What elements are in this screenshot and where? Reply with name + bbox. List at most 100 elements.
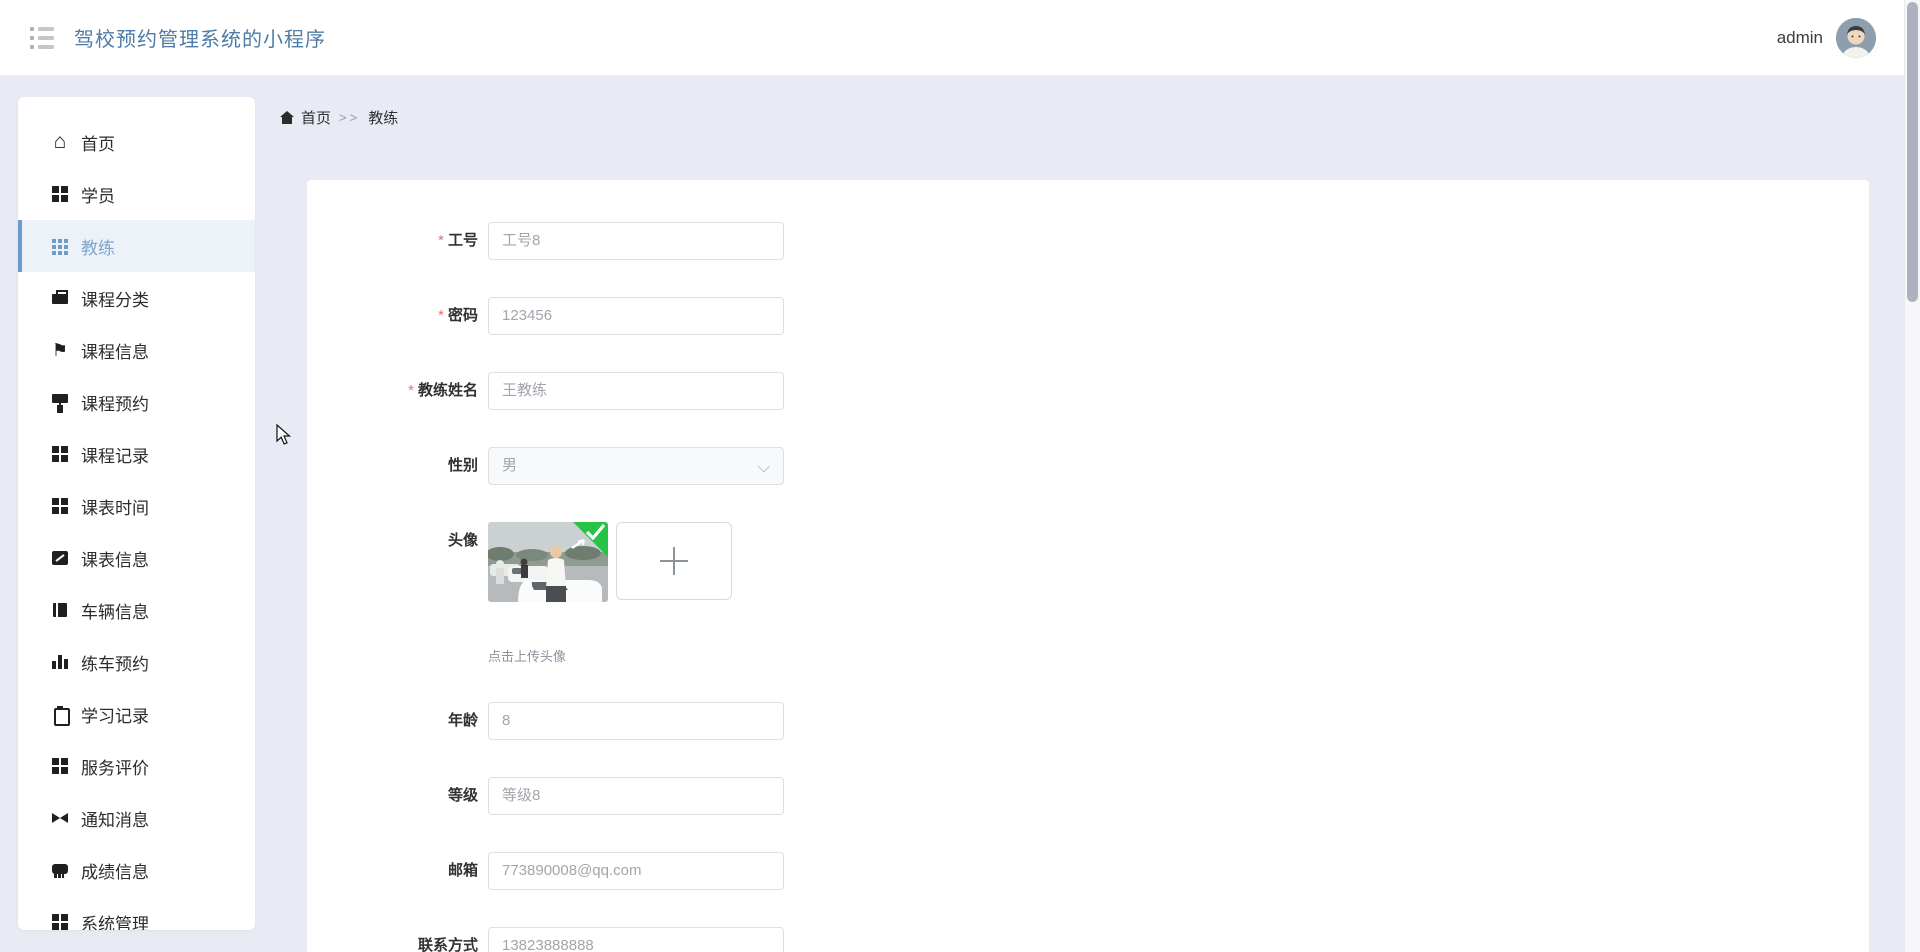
sidebar-item-students[interactable]: 学员 — [18, 168, 255, 220]
sidebar-item-study-records[interactable]: 学习记录 — [18, 688, 255, 740]
sidebar-item-label: 学员 — [81, 186, 115, 206]
sidebar-item-course-records[interactable]: 课程记录 — [18, 428, 255, 480]
clipboard-icon — [51, 705, 70, 726]
field-label: *联系方式 — [417, 937, 478, 952]
field-label: * 工号 — [438, 232, 478, 249]
grid4-icon — [51, 445, 69, 463]
sidebar-item-vehicle-info[interactable]: 车辆信息 — [18, 584, 255, 636]
sidebar-item-system-admin[interactable]: 系统管理 — [18, 896, 255, 930]
plus-icon — [660, 547, 688, 575]
avatar-image — [1836, 17, 1876, 58]
mouse-cursor — [276, 424, 292, 445]
home-icon — [51, 133, 69, 151]
upload-avatar-button[interactable] — [616, 522, 732, 600]
grid4-icon — [51, 757, 69, 775]
field-label: *邮箱 — [447, 862, 478, 879]
sidebar-item-label: 课表信息 — [81, 550, 149, 570]
field-label: *等级 — [447, 787, 478, 804]
gender-select[interactable]: 男 — [488, 447, 784, 485]
sidebar-item-notifications[interactable]: 通知消息 — [18, 792, 255, 844]
form-row-email: *邮箱 773890008@qq.com — [307, 852, 1869, 890]
home-icon — [280, 110, 294, 124]
form-row-coach-name: * 教练姓名 王教练 — [307, 372, 1869, 410]
field-label: *性别 — [447, 457, 478, 474]
password-input[interactable]: 123456 — [488, 297, 784, 335]
sidebar-item-label: 通知消息 — [81, 810, 149, 830]
sidebar-item-label: 课程信息 — [81, 342, 149, 362]
email-input[interactable]: 773890008@qq.com — [488, 852, 784, 890]
breadcrumb-home[interactable]: 首页 — [301, 107, 331, 128]
field-label: *年龄 — [447, 712, 478, 729]
sidebar-item-label: 服务评价 — [81, 758, 149, 778]
username-label: admin — [1776, 27, 1823, 47]
form-row-avatar: *头像 — [307, 522, 1869, 665]
top-header: 驾校预约管理系统的小程序 admin — [0, 0, 1920, 75]
level-input[interactable]: 等级8 — [488, 777, 784, 815]
sidebar-item-timetable-time[interactable]: 课表时间 — [18, 480, 255, 532]
sidebar-item-label: 车辆信息 — [81, 602, 149, 622]
sidebar-item-practice-booking[interactable]: 练车预约 — [18, 636, 255, 688]
sidebar-item-label: 课程记录 — [81, 446, 149, 466]
chart-line-icon — [51, 549, 69, 567]
age-input[interactable]: 8 — [488, 702, 784, 740]
form-row-gender: *性别 男 — [307, 447, 1869, 485]
required-asterisk: * — [438, 307, 444, 324]
flag-icon — [51, 341, 69, 359]
content-card: *工号 工号8 *密码 123456 *教练姓名 王教练 *性别 男 *头像 — [307, 180, 1869, 952]
field-label: * 教练姓名 — [408, 382, 478, 399]
sidebar-item-label: 课程分类 — [81, 290, 149, 310]
form-row-password: * 密码 123456 — [307, 297, 1869, 335]
form-row-phone: *联系方式 13823888888 — [307, 927, 1869, 952]
app-title: 驾校预约管理系统的小程序 — [74, 29, 326, 51]
sidebar-item-timetable-info[interactable]: 课表信息 — [18, 532, 255, 584]
scrollbar-thumb[interactable] — [1907, 2, 1918, 302]
sidebar-item-label: 系统管理 — [81, 914, 149, 931]
megaphone-icon — [51, 809, 69, 827]
breadcrumb-current: 教练 — [368, 109, 399, 127]
menu-toggle-icon[interactable] — [30, 27, 56, 49]
sidebar-item-course-info[interactable]: 课程信息 — [18, 324, 255, 376]
grid4-icon — [51, 913, 69, 930]
grid4-icon — [51, 185, 69, 203]
sidebar-item-course-booking[interactable]: 课程预约 — [18, 376, 255, 428]
bar-chart-icon — [51, 653, 69, 671]
form-row-age: *年龄 8 — [307, 702, 1869, 740]
sidebar-nav: 首页 学员 教练 课程分类 课程信息 课程预约 课程记录 课表时间 课表信息 车… — [18, 97, 255, 930]
coach-photo — [488, 522, 608, 602]
sidebar-item-home[interactable]: 首页 — [18, 116, 255, 168]
field-label: *头像 — [447, 532, 478, 549]
sidebar-item-label: 学习记录 — [81, 706, 149, 726]
monitor-icon — [51, 393, 69, 411]
chevron-down-icon — [757, 460, 770, 473]
coach-name-input[interactable]: 王教练 — [488, 372, 784, 410]
sidebar-item-label: 课表时间 — [81, 498, 149, 518]
avatar-photo-thumbnail[interactable] — [488, 522, 608, 602]
sidebar: 首页 学员 教练 课程分类 课程信息 课程预约 课程记录 课表时间 课表信息 车… — [18, 97, 255, 930]
sidebar-item-label: 首页 — [81, 134, 115, 154]
grid4-icon — [51, 497, 69, 515]
sidebar-item-label: 练车预约 — [81, 654, 149, 674]
briefcase-icon — [51, 289, 69, 307]
sidebar-item-course-category[interactable]: 课程分类 — [18, 272, 255, 324]
form-row-job-number: * 工号 工号8 — [307, 222, 1869, 260]
page-scrollbar[interactable] — [1904, 0, 1920, 952]
sidebar-item-service-reviews[interactable]: 服务评价 — [18, 740, 255, 792]
form-row-level: *等级 等级8 — [307, 777, 1869, 815]
job-number-input[interactable]: 工号8 — [488, 222, 784, 260]
required-asterisk: * — [408, 382, 414, 399]
sidebar-item-label: 成绩信息 — [81, 862, 149, 882]
user-avatar[interactable] — [1836, 17, 1876, 58]
message-icon — [51, 861, 69, 879]
field-label: * 密码 — [438, 307, 478, 324]
book-icon — [51, 601, 69, 619]
grid9-icon — [51, 237, 69, 255]
upload-hint: 点击上传头像 — [488, 649, 567, 664]
sidebar-item-coaches[interactable]: 教练 — [18, 220, 255, 272]
sidebar-item-label: 教练 — [81, 238, 115, 258]
required-asterisk: * — [438, 232, 444, 249]
breadcrumb-separator: >> — [339, 109, 361, 125]
sidebar-item-label: 课程预约 — [81, 394, 149, 414]
coach-form: *工号 工号8 *密码 123456 *教练姓名 王教练 *性别 男 *头像 — [307, 180, 1869, 952]
phone-input[interactable]: 13823888888 — [488, 927, 784, 952]
sidebar-item-score-info[interactable]: 成绩信息 — [18, 844, 255, 896]
